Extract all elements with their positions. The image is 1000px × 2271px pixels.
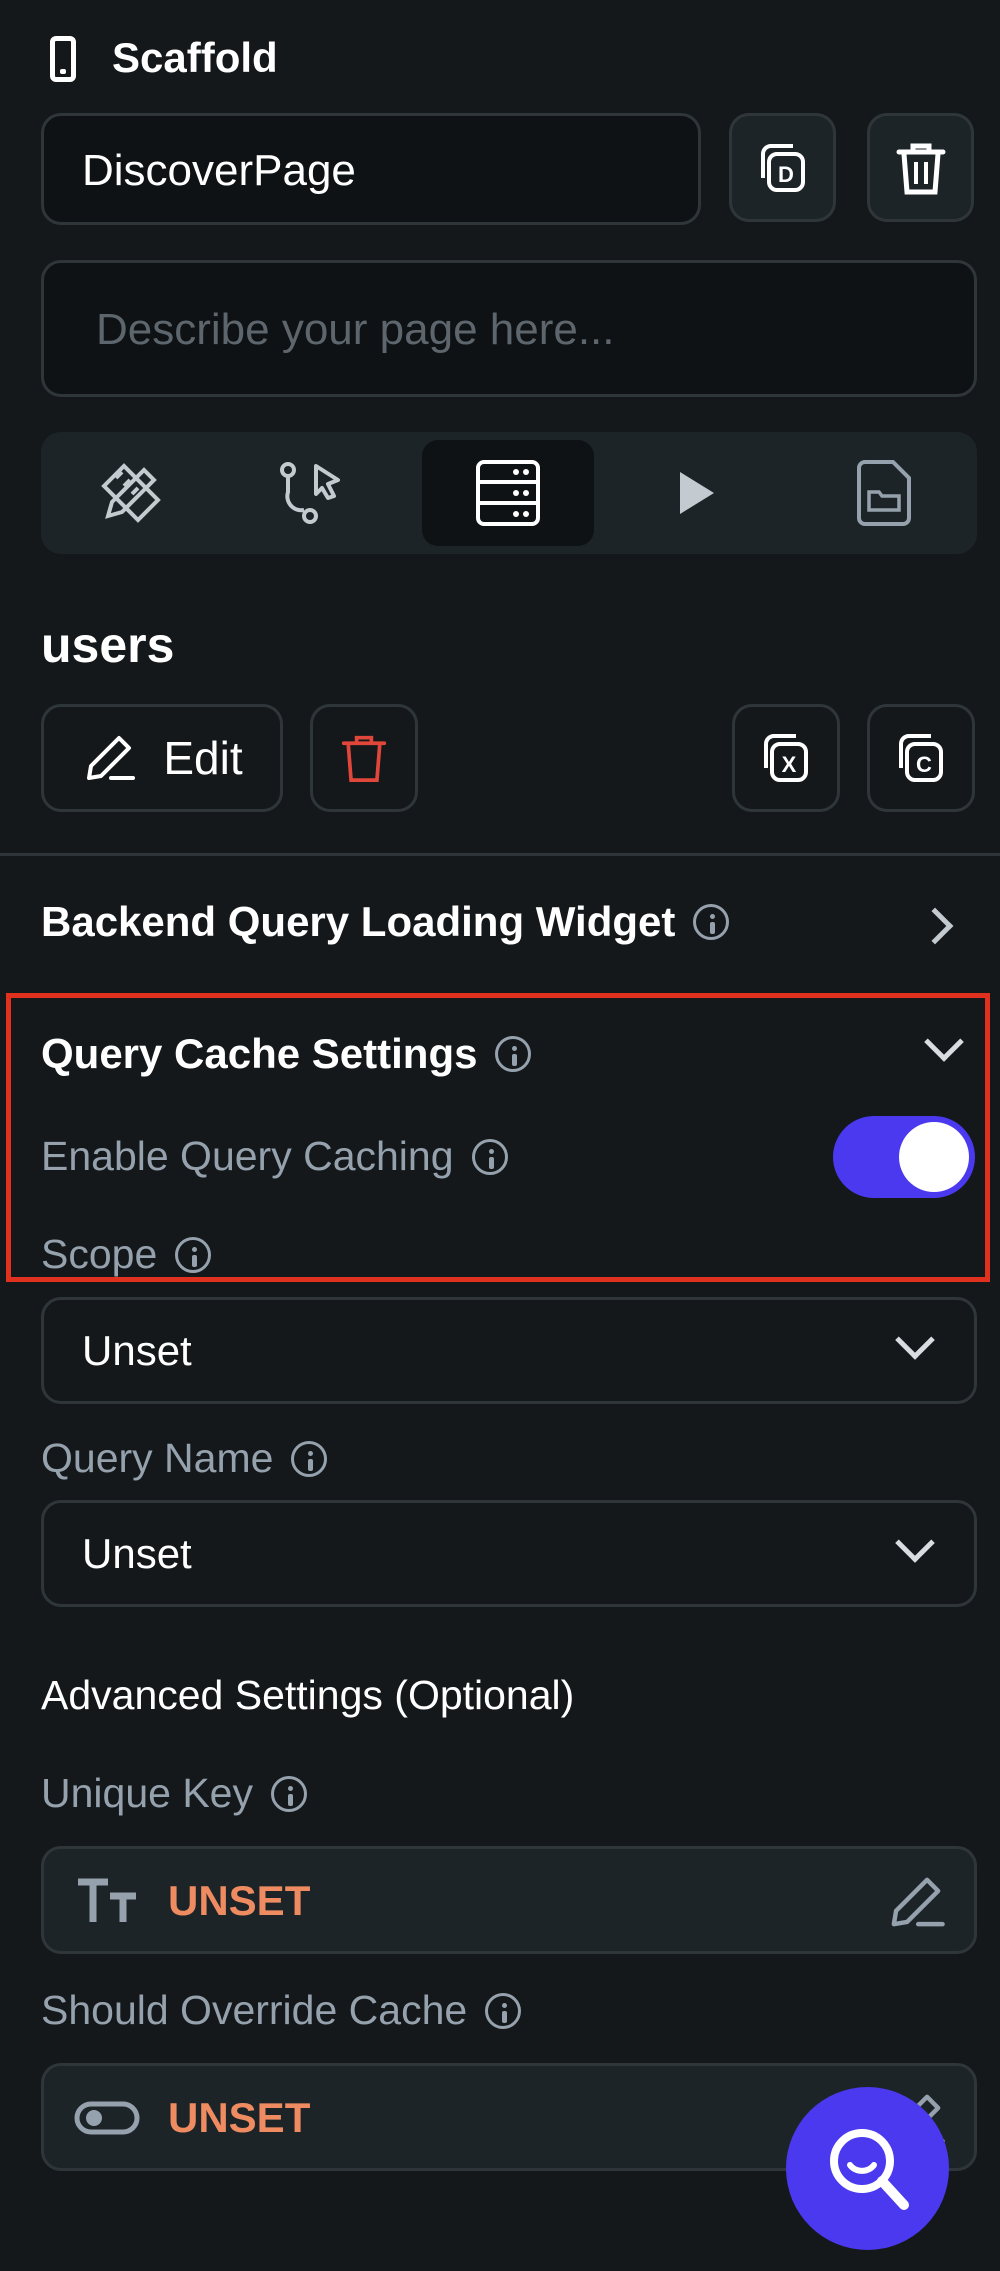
trash-icon [896, 143, 945, 194]
phone-icon [50, 36, 76, 82]
unique-key-value: UNSET [168, 1877, 311, 1924]
cache-settings-header[interactable]: Query Cache Settings [41, 1030, 532, 1078]
pencil-icon [87, 736, 136, 780]
info-icon [291, 1440, 328, 1477]
description-placeholder: Describe your page here... [96, 305, 615, 354]
unique-key-field[interactable]: UNSET [41, 1846, 977, 1954]
unique-key-label: Unique Key [41, 1770, 253, 1816]
loading-widget-row[interactable]: Backend Query Loading Widget [41, 898, 730, 946]
tab-run[interactable] [606, 432, 786, 554]
ruler-pencil-icon [101, 463, 161, 523]
server-icon [476, 460, 540, 526]
loading-widget-label: Backend Query Loading Widget [41, 898, 676, 945]
override-cache-label: Should Override Cache [41, 1987, 468, 2033]
chevron-down-icon [895, 1523, 935, 1563]
override-cache-value: UNSET [168, 2094, 311, 2141]
advanced-settings-title: Advanced Settings (Optional) [41, 1672, 575, 1718]
duplicate-page-button[interactable]: D [729, 113, 836, 222]
override-cache-row: Should Override Cache [41, 1987, 522, 2034]
page-name-field[interactable]: DiscoverPage [41, 113, 701, 225]
query-name-dropdown[interactable]: Unset [41, 1500, 977, 1607]
info-icon [471, 1138, 508, 1175]
pencil-icon[interactable] [885, 1871, 947, 1933]
svg-text:D: D [778, 162, 794, 187]
trash-icon [341, 735, 387, 782]
flow-cursor-icon [280, 462, 340, 524]
enable-caching-toggle[interactable] [833, 1116, 975, 1198]
delete-query-button[interactable] [310, 704, 418, 812]
duplicate-icon: D [760, 143, 805, 192]
tab-backend-query[interactable] [422, 440, 594, 546]
info-icon [495, 1036, 532, 1072]
tab-files[interactable] [791, 432, 977, 554]
info-icon [270, 1775, 307, 1812]
query-name: users [41, 617, 175, 673]
scope-dropdown[interactable]: Unset [41, 1297, 977, 1404]
cache-settings-title: Query Cache Settings [41, 1030, 478, 1077]
query-name-label: Query Name [41, 1435, 274, 1481]
toggle-knob [899, 1122, 969, 1192]
search-fab[interactable] [786, 2087, 949, 2250]
unique-key-row: Unique Key [41, 1770, 307, 1817]
chevron-down-icon [895, 1320, 935, 1360]
delete-page-button[interactable] [867, 113, 974, 222]
page-title: Scaffold [112, 34, 278, 81]
variable-x-icon: X [764, 734, 808, 782]
page-name-value: DiscoverPage [82, 146, 356, 195]
scope-row: Scope [41, 1231, 212, 1278]
toggle-type-icon [74, 2101, 140, 2135]
scope-label: Scope [41, 1231, 158, 1277]
scope-value: Unset [82, 1327, 192, 1374]
panel-tab-bar [41, 432, 977, 554]
info-icon [485, 1992, 522, 2029]
text-type-icon [78, 1878, 136, 1922]
query-name-row: Query Name [41, 1435, 328, 1482]
info-icon [693, 904, 730, 940]
copy-query-button[interactable]: C [867, 704, 975, 812]
copy-c-icon: C [899, 734, 943, 782]
svg-text:C: C [916, 752, 932, 777]
svg-text:X: X [782, 752, 797, 777]
query-variables-button[interactable]: X [732, 704, 840, 812]
info-icon [175, 1236, 212, 1273]
query-name-value: Unset [82, 1530, 192, 1577]
enable-caching-label: Enable Query Caching [41, 1133, 454, 1179]
divider [0, 853, 1000, 856]
edit-label: Edit [163, 732, 243, 784]
tab-design[interactable] [41, 432, 221, 554]
folder-file-icon [857, 460, 911, 526]
search-icon [829, 2128, 909, 2210]
enable-caching-row: Enable Query Caching [41, 1133, 508, 1180]
edit-query-button[interactable]: Edit [41, 704, 283, 812]
page-description-field[interactable]: Describe your page here... [41, 260, 977, 397]
play-icon [680, 472, 714, 514]
tab-actions[interactable] [221, 432, 401, 554]
chevron-right-icon[interactable] [916, 907, 954, 945]
